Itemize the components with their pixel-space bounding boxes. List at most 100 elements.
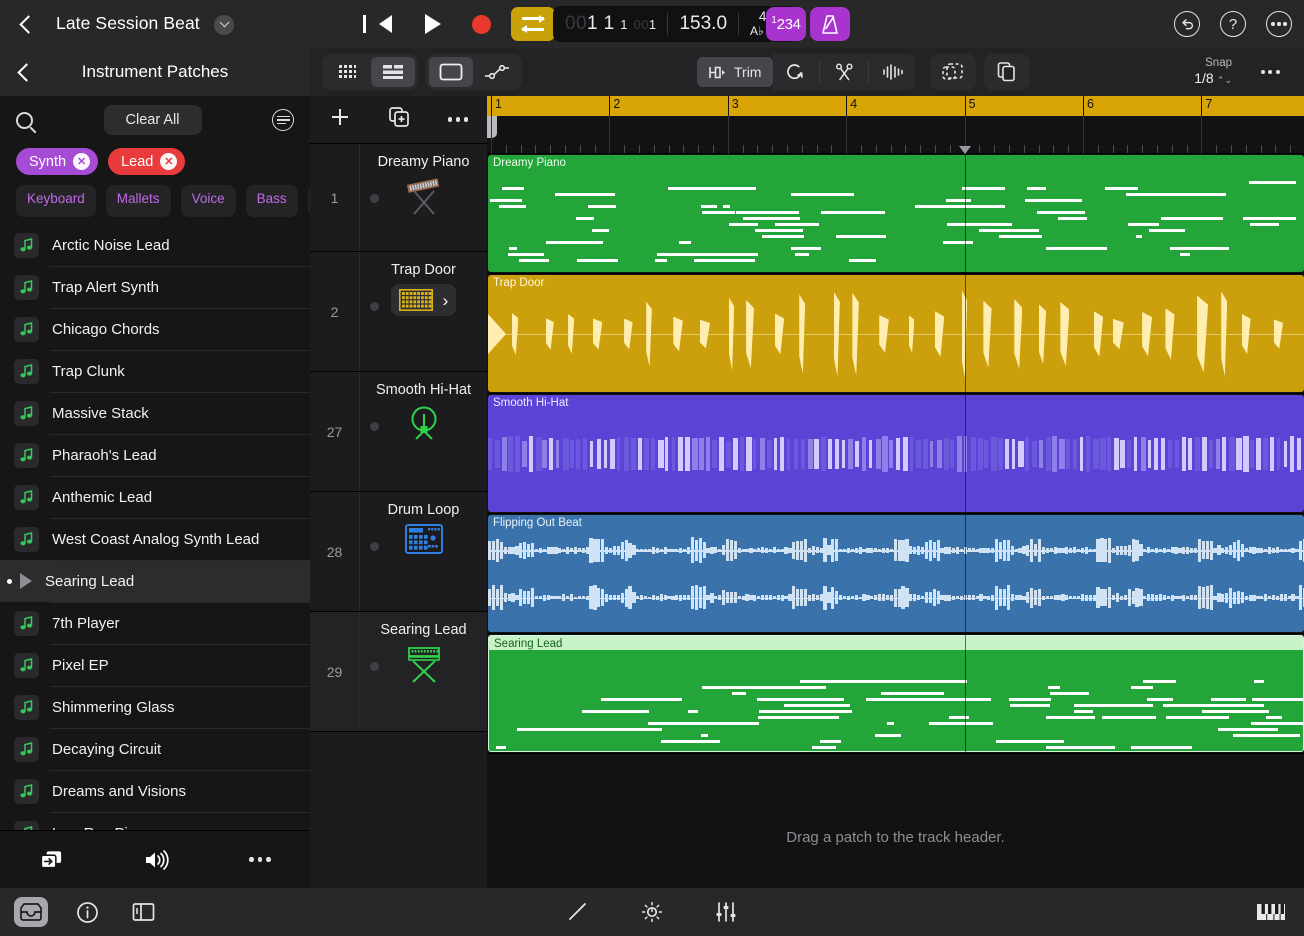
region[interactable]: Dreamy Piano <box>488 155 1304 272</box>
playhead-marker[interactable] <box>958 146 971 154</box>
duplicate-button[interactable] <box>984 54 1030 90</box>
project-title-group[interactable]: Late Session Beat <box>56 13 235 35</box>
loop-button[interactable] <box>773 57 817 87</box>
tracks-view-button[interactable] <box>371 57 415 87</box>
scissors-button[interactable] <box>822 57 866 87</box>
empty-canvas-area[interactable]: Drag a patch to the track header. <box>487 786 1304 888</box>
arrange-more-button[interactable] <box>1248 57 1292 87</box>
snap-control[interactable]: Snap 1/8 ⌃⌄ <box>1194 56 1232 88</box>
region-selected[interactable]: Searing Lead <box>488 635 1304 752</box>
track-record-dot[interactable] <box>370 194 379 203</box>
library-button[interactable] <box>14 897 48 927</box>
patch-row[interactable]: Massive Stack <box>0 392 310 434</box>
remove-tag-icon[interactable]: ✕ <box>73 153 91 170</box>
patch-row[interactable]: Low Res Piano <box>0 812 310 830</box>
track-record-dot[interactable] <box>370 302 379 311</box>
track-lane[interactable]: Smooth Hi-Hat <box>487 394 1304 514</box>
track-header[interactable]: 29 Searing Lead <box>310 612 487 732</box>
bar-ruler[interactable]: 1 2 3 4 5 6 7 <box>487 96 1304 116</box>
track-record-dot[interactable] <box>370 662 379 671</box>
track-lane[interactable]: Flipping Out Beat <box>487 514 1304 634</box>
marquee-button[interactable] <box>930 54 976 90</box>
track-instrument-chip[interactable]: › <box>390 284 457 316</box>
patch-row[interactable]: Pharaoh's Lead <box>0 434 310 476</box>
record-button[interactable] <box>457 6 505 42</box>
patch-row[interactable]: Trap Alert Synth <box>0 266 310 308</box>
lcd-display[interactable]: 001 1 1 001 153.0 4/4 A♭ min <box>553 6 799 42</box>
patch-row[interactable]: Shimmering Glass <box>0 686 310 728</box>
beat-ruler[interactable] <box>487 116 1304 154</box>
filter-tag-synth[interactable]: Synth ✕ <box>16 148 99 175</box>
flex-button[interactable] <box>871 57 915 87</box>
track-header[interactable]: 1 Dreamy Piano <box>310 144 487 252</box>
audition-volume-button[interactable] <box>143 849 171 871</box>
sidebar-back-button[interactable] <box>0 62 52 82</box>
category-chip-voice[interactable]: Voice <box>180 185 236 217</box>
panel-toggle-button[interactable] <box>126 897 160 927</box>
add-track-button[interactable] <box>329 106 351 133</box>
patch-row[interactable]: Anthemic Lead <box>0 476 310 518</box>
pencil-button[interactable] <box>561 897 595 927</box>
track-header[interactable]: 28 Drum Loop <box>310 492 487 612</box>
patch-row[interactable]: Dreams and Visions <box>0 770 310 812</box>
tuner-button[interactable] <box>635 897 669 927</box>
patch-row[interactable]: Trap Clunk <box>0 350 310 392</box>
patch-row-selected[interactable]: Searing Lead <box>0 560 310 602</box>
filter-tag-lead[interactable]: Lead ✕ <box>108 148 186 175</box>
mixer-button[interactable] <box>709 897 743 927</box>
play-button[interactable] <box>409 6 457 42</box>
clear-all-button[interactable]: Clear All <box>103 105 202 135</box>
track-lane[interactable]: Trap Door <box>487 274 1304 394</box>
duplicate-track-button[interactable] <box>388 106 411 133</box>
track-instrument-icon[interactable]: › <box>360 284 487 316</box>
region[interactable]: Trap Door <box>488 275 1304 392</box>
category-chip-mallets[interactable]: Mallets <box>105 185 171 217</box>
timeline[interactable]: 1 2 3 4 5 6 7 Dreamy Piano Trap Door Smooth Hi-H… <box>487 96 1304 888</box>
patch-row[interactable]: Decaying Circuit <box>0 728 310 770</box>
filter-icon[interactable] <box>272 109 294 131</box>
patch-row[interactable]: 7th Player <box>0 602 310 644</box>
sidebar-more-button[interactable] <box>249 857 271 862</box>
category-chip-bass[interactable]: Bass <box>245 185 298 217</box>
patch-row[interactable]: Chicago Chords <box>0 308 310 350</box>
track-instrument-icon[interactable] <box>360 404 487 444</box>
track-lane[interactable]: Dreamy Piano <box>487 154 1304 274</box>
track-instrument-icon[interactable] <box>360 176 487 218</box>
track-header[interactable]: 2 Trap Door › <box>310 252 487 372</box>
region-tool-button[interactable] <box>429 57 473 87</box>
rewind-button[interactable] <box>361 6 409 42</box>
region[interactable]: Smooth Hi-Hat <box>488 395 1304 512</box>
import-button[interactable] <box>39 849 64 871</box>
search-icon[interactable] <box>16 111 33 129</box>
track-record-dot[interactable] <box>370 422 379 431</box>
track-instrument-icon[interactable] <box>360 644 487 684</box>
region-lanes[interactable]: Dreamy Piano Trap Door Smooth Hi-Hat Flippi… <box>487 154 1304 754</box>
metronome-button[interactable] <box>810 7 850 41</box>
undo-button[interactable] <box>1174 11 1200 37</box>
patch-row[interactable]: Arctic Noise Lead <box>0 224 310 266</box>
patch-list[interactable]: Arctic Noise Lead Trap Alert Synth Chicago… <box>0 224 310 830</box>
region[interactable]: Flipping Out Beat <box>488 515 1304 632</box>
project-back-button[interactable] <box>0 14 56 34</box>
remove-tag-icon[interactable]: ✕ <box>160 153 178 170</box>
cycle-button[interactable] <box>511 7 555 41</box>
count-in-button[interactable]: 1234 <box>766 7 806 41</box>
track-more-button[interactable] <box>447 117 469 122</box>
track-header[interactable]: 27 Smooth Hi-Hat <box>310 372 487 492</box>
grid-view-button[interactable] <box>325 57 369 87</box>
project-disclosure-button[interactable] <box>214 14 235 35</box>
patch-row[interactable]: West Coast Analog Synth Lead <box>0 518 310 560</box>
patch-row[interactable]: Pixel EP <box>0 644 310 686</box>
automation-tool-button[interactable] <box>475 57 519 87</box>
info-button[interactable] <box>70 897 104 927</box>
keyboard-button[interactable] <box>1254 897 1288 927</box>
audition-play-icon[interactable] <box>20 573 32 589</box>
cycle-start-handle[interactable] <box>487 116 497 138</box>
trim-button[interactable]: Trim <box>697 57 774 87</box>
track-instrument-icon[interactable] <box>360 524 487 554</box>
top-more-button[interactable] <box>1266 11 1292 37</box>
category-chip-keyboard[interactable]: Keyboard <box>16 185 96 217</box>
help-button[interactable]: ? <box>1220 11 1246 37</box>
track-record-dot[interactable] <box>370 542 379 551</box>
track-lane[interactable]: Searing Lead <box>487 634 1304 754</box>
